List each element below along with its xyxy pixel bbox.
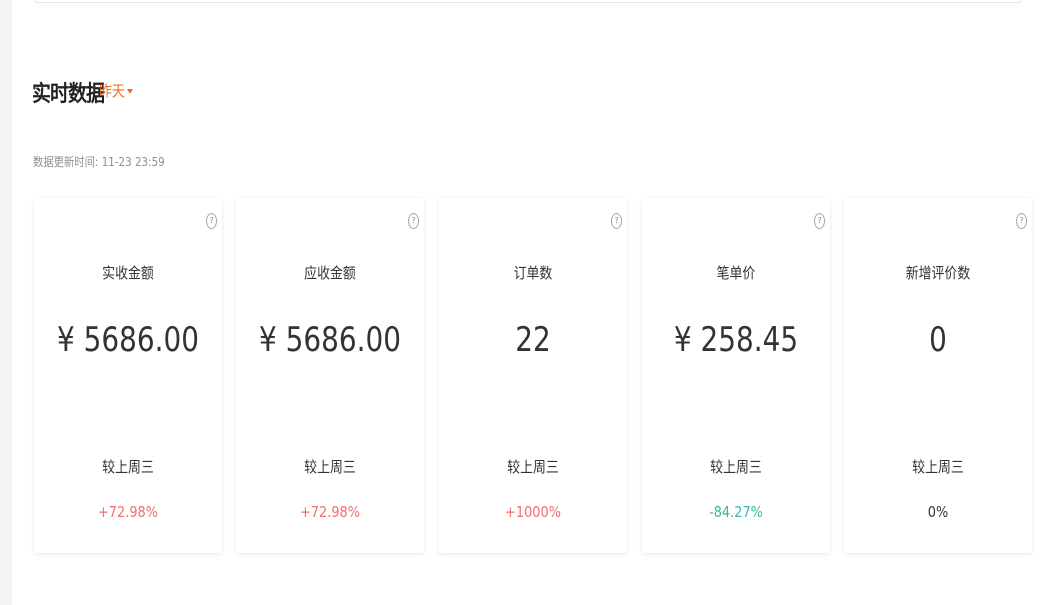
metric-label: 应收金额: [304, 264, 356, 282]
update-time-value: 11-23 23:59: [101, 155, 165, 169]
metric-card-new-reviews: ? 新增评价数 0 较上周三 0%: [844, 198, 1032, 553]
metric-label: 实收金额: [102, 264, 154, 282]
update-time-label: 数据更新时间: [33, 155, 95, 169]
metric-value: ¥ 258.45: [673, 320, 799, 360]
metric-value: ¥ 5686.00: [57, 320, 199, 360]
update-time-text: 数据更新时间: 11-23 23:59: [33, 153, 165, 170]
compare-value: +72.98%: [97, 503, 158, 521]
metric-card-average-order: ? 笔单价 ¥ 258.45 较上周三 -84.27%: [642, 198, 830, 553]
dashboard-panel: 实时数据 昨天 数据更新时间: 11-23 23:59 ? 实收金额 ¥ 568…: [12, 0, 1043, 605]
compare-value: +1000%: [505, 503, 561, 521]
question-circle-icon[interactable]: ?: [814, 213, 825, 229]
period-dropdown[interactable]: 昨天: [99, 80, 134, 101]
question-circle-icon[interactable]: ?: [206, 213, 217, 229]
metric-value: 22: [515, 320, 551, 360]
question-circle-icon[interactable]: ?: [611, 213, 622, 229]
metric-cards: ? 实收金额 ¥ 5686.00 较上周三 +72.98% ? 应收金额 ¥ 5…: [34, 198, 1034, 553]
compare-value: -84.27%: [709, 503, 763, 521]
section-title: 实时数据: [32, 82, 105, 107]
metric-label: 笔单价: [716, 264, 756, 282]
compare-value: +72.98%: [299, 503, 360, 521]
metric-card-receivable: ? 应收金额 ¥ 5686.00 较上周三 +72.98%: [236, 198, 424, 553]
metric-label: 新增评价数: [905, 264, 971, 282]
metric-card-orders: ? 订单数 22 较上周三 +1000%: [439, 198, 627, 553]
compare-label: 较上周三: [710, 458, 762, 476]
compare-label: 较上周三: [304, 458, 356, 476]
top-panel-edge: [34, 0, 1022, 3]
period-label: 昨天: [99, 82, 125, 100]
metric-value: ¥ 5686.00: [259, 320, 401, 360]
update-time-separator: :: [94, 155, 102, 169]
metric-value: 0: [929, 320, 947, 360]
metric-label: 订单数: [513, 264, 553, 282]
question-circle-icon[interactable]: ?: [408, 213, 419, 229]
question-circle-icon[interactable]: ?: [1016, 213, 1027, 229]
metric-card-received: ? 实收金额 ¥ 5686.00 较上周三 +72.98%: [34, 198, 222, 553]
compare-label: 较上周三: [507, 458, 559, 476]
compare-label: 较上周三: [912, 458, 964, 476]
caret-down-icon: [127, 89, 134, 94]
compare-label: 较上周三: [102, 458, 154, 476]
compare-value: 0%: [927, 503, 949, 521]
